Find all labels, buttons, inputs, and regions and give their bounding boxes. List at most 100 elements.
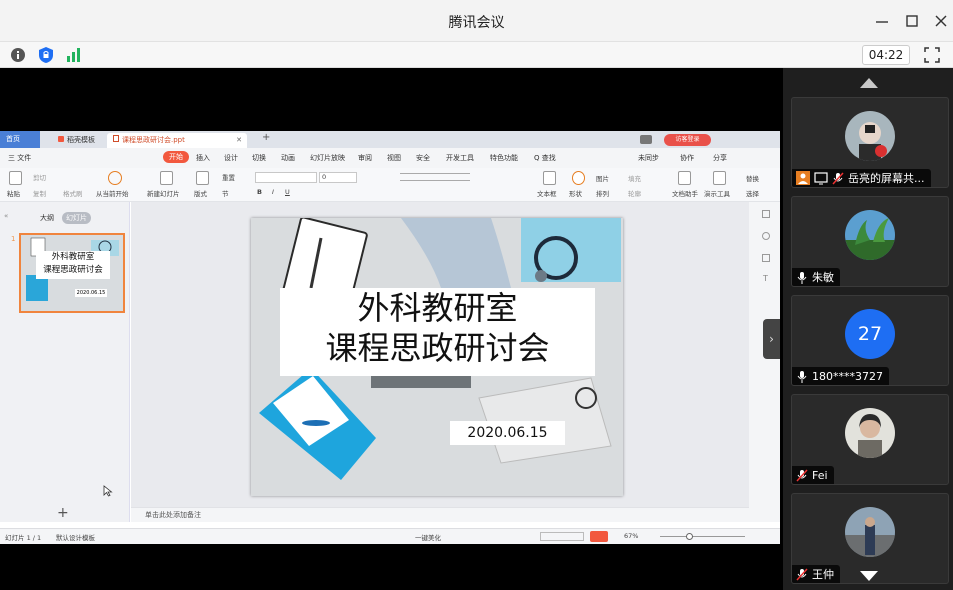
participant-name-bar: 朱敏 [792, 268, 840, 286]
menu-security[interactable]: 安全 [416, 153, 430, 163]
beautify-button[interactable]: 一键美化 [415, 532, 441, 542]
menu-insert[interactable]: 插入 [196, 153, 210, 163]
section-label[interactable]: 节 [222, 188, 229, 198]
login-button[interactable]: 访客登录 [664, 134, 711, 146]
menu-design[interactable]: 设计 [224, 153, 238, 163]
menu-slideshow[interactable]: 幻灯片放映 [310, 153, 345, 163]
style-icon[interactable] [762, 232, 770, 240]
slide-thumbnail[interactable]: 外科教研室 课程思政研讨会 2020.06.15 [19, 233, 125, 313]
menu-search[interactable]: Q 查找 [534, 153, 556, 163]
slide-title-line2: 课程思政研讨会 [325, 329, 550, 367]
theme-name[interactable]: 默认设计模板 [56, 532, 95, 542]
tab-slides[interactable]: 幻灯片 [62, 212, 91, 224]
new-tab-icon[interactable]: + [262, 132, 270, 143]
tab-count-icon[interactable] [640, 135, 652, 144]
fill-label[interactable]: 填充 [628, 173, 641, 183]
slideshow-play-button[interactable] [590, 531, 608, 542]
tab-docer[interactable]: 稻壳模板 [52, 133, 101, 148]
view-mode-icons[interactable] [540, 532, 584, 541]
cut-label[interactable]: 剪切 [33, 172, 46, 182]
underline-icon[interactable]: U [285, 188, 290, 196]
shape-icon[interactable] [572, 171, 585, 185]
menu-collab[interactable]: 协作 [680, 153, 694, 163]
shape-label: 形状 [569, 190, 582, 198]
reset-label[interactable]: 重置 [222, 172, 235, 182]
expand-panel-chevron-icon[interactable]: › [763, 319, 780, 359]
paragraph-tools[interactable] [400, 173, 470, 181]
participant-card[interactable]: 朱敏 [791, 196, 949, 287]
notes-area[interactable]: 单击此处添加备注 [131, 507, 749, 522]
avatar [845, 507, 895, 557]
format-painter-label[interactable]: 格式刷 [63, 188, 83, 198]
arrange-label[interactable]: 排列 [596, 188, 609, 198]
slide-date-box[interactable]: 2020.06.15 [450, 421, 565, 445]
textbox-icon[interactable] [543, 171, 556, 185]
outline-label[interactable]: 轮廓 [628, 188, 641, 198]
play-from-current-icon[interactable] [108, 171, 122, 185]
menu-features[interactable]: 特色功能 [490, 153, 518, 163]
copy-label[interactable]: 复制 [33, 188, 46, 198]
replace-label[interactable]: 替换 [746, 173, 759, 183]
participant-name-bar: Fei [792, 466, 834, 484]
wps-status-bar: 幻灯片 1 / 1 默认设计模板 一键美化 67% [0, 528, 780, 544]
collapse-panel-icon[interactable]: « [4, 212, 8, 220]
shared-screen-area: 首页 稻壳模板 课程思政研讨会.ppt ✕ + 访客登录 三 文件 开始 插入 … [0, 68, 782, 590]
slide-navigation-panel: « 大纲 幻灯片 1 外科教研室 课程思政研讨会 2020.06.15 + [0, 202, 130, 522]
participant-name: Fei [812, 468, 828, 482]
scroll-up-icon[interactable] [860, 78, 878, 88]
participant-card[interactable]: 27 180****3727 [791, 295, 949, 386]
paste-icon[interactable] [9, 171, 22, 185]
tencent-meeting-window: 腾讯会议 04:22 首页 稻壳模板 课程思政研讨会.ppt ✕ + 访客登录 … [0, 0, 953, 590]
menu-home[interactable]: 开始 [163, 151, 189, 163]
tab-outline[interactable]: 大纲 [40, 213, 54, 223]
slide-editing-canvas: 外科教研室 课程思政研讨会 2020.06.15 [103, 202, 749, 522]
animation-pane-icon[interactable] [762, 254, 770, 262]
participant-card[interactable]: 岳亮的屏幕共... [791, 97, 949, 188]
mic-muted-icon [832, 171, 844, 185]
new-slide-icon[interactable] [160, 171, 173, 185]
tab-home[interactable]: 首页 [0, 131, 40, 148]
present-tool-icon[interactable] [713, 171, 726, 185]
font-size-select[interactable]: 0 [319, 172, 357, 183]
slide-title-box[interactable]: 外科教研室 课程思政研讨会 [280, 288, 595, 376]
picture-label[interactable]: 图片 [596, 173, 609, 183]
italic-icon[interactable]: I [272, 188, 274, 196]
scroll-down-icon[interactable] [860, 571, 878, 581]
add-slide-button[interactable]: + [57, 505, 69, 521]
avatar [845, 408, 895, 458]
bold-icon[interactable]: B [257, 188, 262, 196]
select-label[interactable]: 选择 [746, 188, 759, 198]
zoom-level[interactable]: 67% [624, 532, 638, 540]
menu-file[interactable]: 三 文件 [8, 153, 31, 163]
tab-document[interactable]: 课程思政研讨会.ppt ✕ [107, 133, 247, 148]
participant-name: 朱敏 [812, 271, 834, 284]
mic-muted-icon [796, 468, 808, 482]
info-icon[interactable] [9, 46, 27, 64]
property-icon[interactable] [762, 210, 770, 218]
wps-presentation-window: 首页 稻壳模板 课程思政研讨会.ppt ✕ + 访客登录 三 文件 开始 插入 … [0, 131, 780, 544]
menu-developer[interactable]: 开发工具 [446, 153, 474, 163]
menu-view[interactable]: 视图 [387, 153, 401, 163]
menu-animation[interactable]: 动画 [281, 153, 295, 163]
fullscreen-icon[interactable] [923, 46, 941, 64]
participant-name-bar: 王仲 [792, 565, 840, 583]
signal-strength-icon[interactable] [64, 46, 82, 64]
close-icon[interactable] [932, 12, 950, 30]
layout-icon[interactable] [196, 171, 209, 185]
participant-card[interactable]: Fei [791, 394, 949, 485]
doc-helper-icon[interactable] [678, 171, 691, 185]
menu-review[interactable]: 审阅 [358, 153, 372, 163]
menu-sync[interactable]: 未同步 [638, 153, 659, 163]
maximize-icon[interactable] [903, 12, 921, 30]
security-shield-icon[interactable] [37, 46, 55, 64]
tab-close-icon[interactable]: ✕ [236, 133, 242, 148]
text-tool-icon[interactable]: T [763, 274, 768, 283]
menu-share[interactable]: 分享 [713, 153, 727, 163]
font-name-select[interactable] [255, 172, 317, 183]
minimize-icon[interactable] [873, 12, 891, 30]
current-slide[interactable]: 外科教研室 课程思政研讨会 2020.06.15 [251, 218, 623, 496]
menu-transition[interactable]: 切换 [252, 153, 266, 163]
zoom-slider[interactable] [660, 536, 745, 537]
zoom-slider-handle[interactable] [686, 533, 693, 540]
meeting-toolbar: 04:22 [0, 42, 953, 68]
